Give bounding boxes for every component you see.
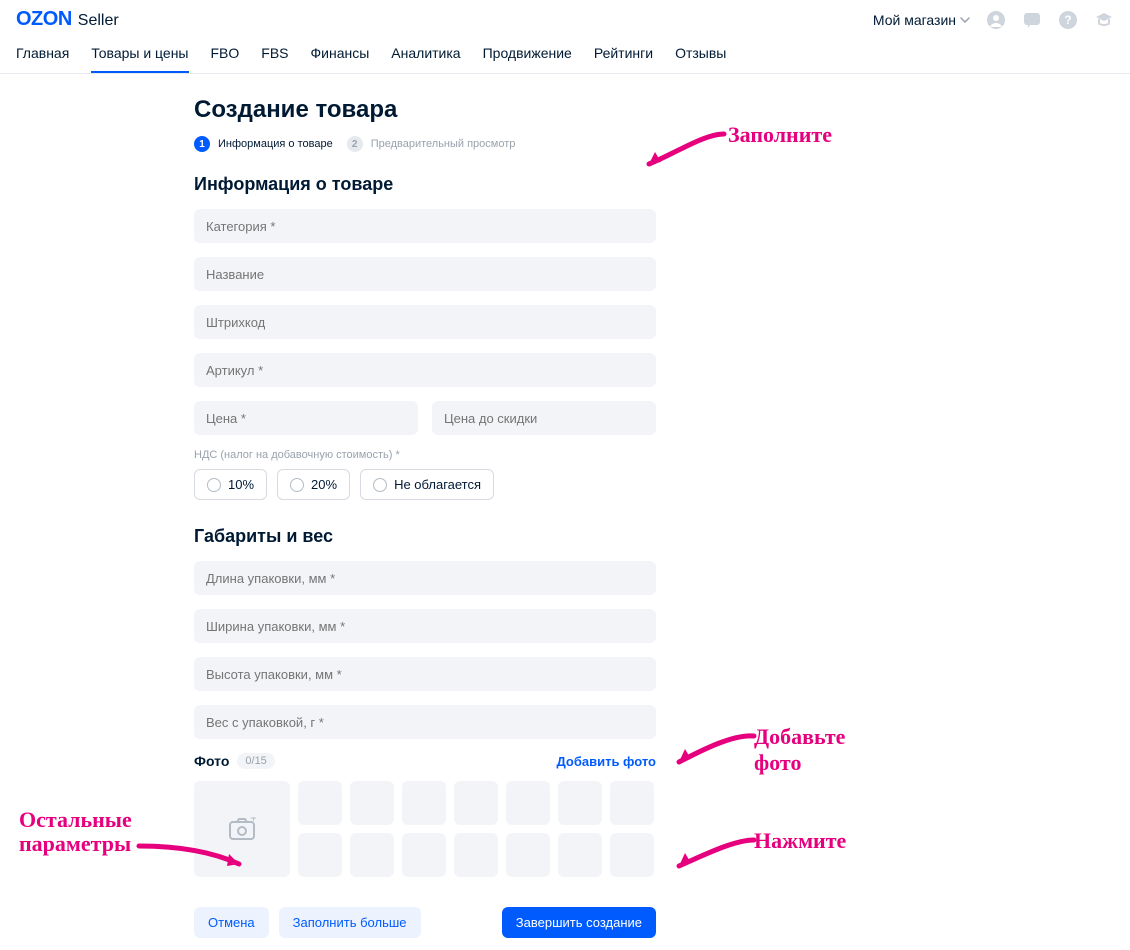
nav-item-promotion[interactable]: Продвижение xyxy=(483,45,572,73)
length-field[interactable] xyxy=(194,561,656,595)
photo-thumb[interactable] xyxy=(610,781,654,825)
price-field[interactable] xyxy=(194,401,418,435)
photo-thumb[interactable] xyxy=(610,833,654,877)
arrow-icon xyxy=(664,830,764,875)
barcode-field[interactable] xyxy=(194,305,656,339)
logo-brand: OZON xyxy=(16,8,72,31)
nav-item-fbo[interactable]: FBO xyxy=(211,45,240,73)
price-before-field[interactable] xyxy=(432,401,656,435)
photo-header: Фото 0/15 Добавить фото xyxy=(194,753,656,769)
vat-10[interactable]: 10% xyxy=(194,469,267,500)
photo-count: 0/15 xyxy=(237,753,274,769)
step-1-badge: 1 xyxy=(194,136,210,152)
chat-icon[interactable] xyxy=(1022,10,1042,30)
page-title: Создание товара xyxy=(194,96,850,124)
height-field[interactable] xyxy=(194,657,656,691)
photo-thumb[interactable] xyxy=(402,781,446,825)
help-icon[interactable]: ? xyxy=(1058,10,1078,30)
photo-thumb[interactable] xyxy=(350,833,394,877)
graduation-icon[interactable] xyxy=(1094,10,1114,30)
add-photo-link[interactable]: Добавить фото xyxy=(556,754,656,769)
photo-thumb[interactable] xyxy=(454,833,498,877)
photo-thumb[interactable] xyxy=(558,833,602,877)
svg-text:+: + xyxy=(250,817,256,825)
logo-sub: Seller xyxy=(78,12,119,30)
camera-plus-icon: + xyxy=(228,817,256,841)
header-right: Мой магазин ? xyxy=(873,10,1114,30)
nav-item-analytics[interactable]: Аналитика xyxy=(391,45,460,73)
steps: 1 Информация о товаре 2 Предварительный … xyxy=(194,136,850,152)
cancel-button[interactable]: Отмена xyxy=(194,907,269,938)
nav-item-reviews[interactable]: Отзывы xyxy=(675,45,726,73)
annotation-rest-params: Остальные параметры xyxy=(19,808,132,856)
photo-grid: + xyxy=(194,781,656,877)
radio-icon xyxy=(290,478,304,492)
step-2-badge: 2 xyxy=(347,136,363,152)
nav-item-products[interactable]: Товары и цены xyxy=(91,45,188,73)
annotation-add-photo: Добавьте фото xyxy=(754,724,850,776)
my-shop-dropdown[interactable]: Мой магазин xyxy=(873,12,970,28)
photo-main-upload[interactable]: + xyxy=(194,781,290,877)
nav-item-main[interactable]: Главная xyxy=(16,45,69,73)
svg-text:?: ? xyxy=(1064,13,1071,27)
nav: Главная Товары и цены FBO FBS Финансы Ан… xyxy=(0,31,1130,74)
photo-thumb[interactable] xyxy=(350,781,394,825)
nav-item-ratings[interactable]: Рейтинги xyxy=(594,45,653,73)
photo-thumb[interactable] xyxy=(558,781,602,825)
fill-more-button[interactable]: Заполнить больше xyxy=(279,907,421,938)
arrow-icon xyxy=(664,724,764,774)
step-1-label: Информация о товаре xyxy=(218,138,333,150)
button-row: Отмена Заполнить больше Завершить создан… xyxy=(194,907,656,950)
step-1[interactable]: 1 Информация о товаре xyxy=(194,136,333,152)
photo-thumb[interactable] xyxy=(454,781,498,825)
user-icon[interactable] xyxy=(986,10,1006,30)
finish-button[interactable]: Завершить создание xyxy=(502,907,656,938)
annotation-press: Нажмите xyxy=(754,828,846,854)
step-2[interactable]: 2 Предварительный просмотр xyxy=(347,136,516,152)
width-field[interactable] xyxy=(194,609,656,643)
nav-item-fbs[interactable]: FBS xyxy=(261,45,288,73)
photo-thumb[interactable] xyxy=(298,781,342,825)
dims-section-title: Габариты и вес xyxy=(194,526,850,547)
photo-thumb[interactable] xyxy=(506,833,550,877)
logo[interactable]: OZON Seller xyxy=(16,8,119,31)
photo-thumb[interactable] xyxy=(298,833,342,877)
chevron-down-icon xyxy=(960,17,970,23)
my-shop-label: Мой магазин xyxy=(873,12,956,28)
info-section-title: Информация о товаре xyxy=(194,174,850,195)
photo-thumb[interactable] xyxy=(402,833,446,877)
radio-icon xyxy=(373,478,387,492)
name-field[interactable] xyxy=(194,257,656,291)
header: OZON Seller Мой магазин ? xyxy=(0,0,1130,31)
main: Создание товара 1 Информация о товаре 2 … xyxy=(194,74,850,950)
nav-item-finance[interactable]: Финансы xyxy=(311,45,370,73)
photo-thumb[interactable] xyxy=(506,781,550,825)
vat-options: 10% 20% Не облагается xyxy=(194,469,850,500)
vat-20[interactable]: 20% xyxy=(277,469,350,500)
photo-title: Фото xyxy=(194,753,229,769)
weight-field[interactable] xyxy=(194,705,656,739)
photo-thumbs xyxy=(298,781,656,877)
step-2-label: Предварительный просмотр xyxy=(371,138,516,150)
radio-icon xyxy=(207,478,221,492)
vat-label: НДС (налог на добавочную стоимость) * xyxy=(194,449,850,461)
category-field[interactable] xyxy=(194,209,656,243)
vat-none[interactable]: Не облагается xyxy=(360,469,494,500)
article-field[interactable] xyxy=(194,353,656,387)
